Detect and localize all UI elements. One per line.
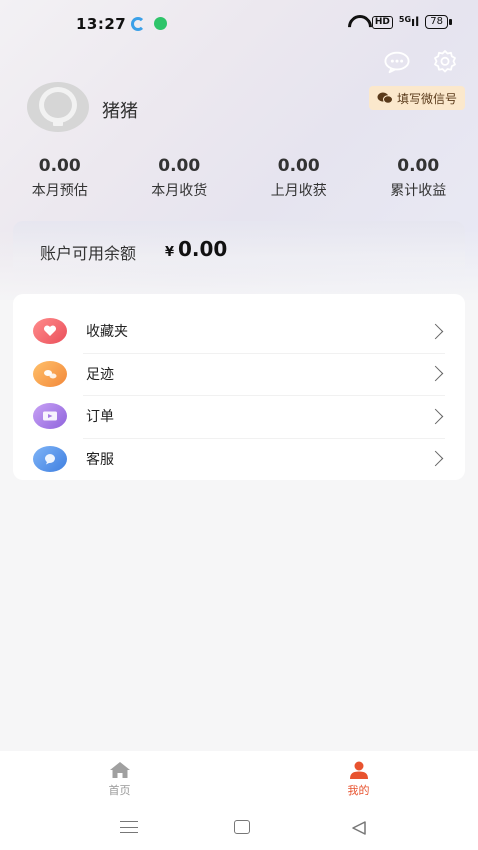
tab-home-label: 首页 xyxy=(108,784,131,797)
recent-apps-icon[interactable] xyxy=(120,821,138,833)
notification-app-icon xyxy=(131,17,145,31)
earnings-stats: 0.00 本月预估 0.00 本月收货 0.00 上月收获 0.00 累计收益 xyxy=(0,156,478,200)
menu-list: 收藏夹 足迹 订单 客服 xyxy=(13,294,465,480)
header-actions xyxy=(384,50,458,74)
menu-item-label: 足迹 xyxy=(86,366,114,383)
gear-icon[interactable] xyxy=(432,50,458,74)
chat-bubble-icon[interactable] xyxy=(384,50,410,74)
stat-label: 上月收获 xyxy=(270,183,327,199)
status-bar: 13:27 HD 5Gıl 78 xyxy=(0,0,478,48)
home-icon xyxy=(109,762,130,778)
stat-value: 0.00 xyxy=(397,156,440,176)
wifi-icon xyxy=(348,15,366,29)
bottom-tab-bar: 首页 我的 xyxy=(0,751,478,809)
stat-last-month-received[interactable]: 0.00 上月收获 xyxy=(239,156,359,200)
avatar[interactable] xyxy=(27,82,89,132)
balance-amount: 0.00 xyxy=(178,237,228,261)
chevron-right-icon xyxy=(427,450,444,467)
stat-label: 本月预估 xyxy=(31,183,88,199)
balance-currency: ¥ xyxy=(165,245,175,260)
stat-value: 0.00 xyxy=(277,156,320,176)
chevron-right-icon xyxy=(427,408,444,425)
stat-label: 本月收货 xyxy=(151,183,208,199)
status-indicators: HD 5Gıl 78 xyxy=(348,15,452,29)
back-nav-icon[interactable] xyxy=(350,820,368,836)
fill-wechat-button[interactable]: 填写微信号 xyxy=(368,86,465,110)
customer-service-icon xyxy=(33,445,67,472)
balance-card[interactable]: 账户可用余额 ¥ 0.00 xyxy=(13,221,465,283)
chevron-right-icon xyxy=(427,365,444,382)
tab-home[interactable]: 首页 xyxy=(0,751,239,809)
user-icon xyxy=(349,761,368,779)
menu-item-label: 收藏夹 xyxy=(86,324,128,341)
username: 猪猪 xyxy=(102,101,138,122)
tab-mine[interactable]: 我的 xyxy=(239,751,478,809)
menu-item-favorites[interactable]: 收藏夹 xyxy=(13,310,465,353)
stat-value: 0.00 xyxy=(158,156,201,176)
stat-this-month-estimate[interactable]: 0.00 本月预估 xyxy=(0,156,120,200)
chevron-right-icon xyxy=(427,323,444,340)
stat-this-month-received[interactable]: 0.00 本月收货 xyxy=(120,156,240,200)
home-nav-icon[interactable] xyxy=(234,820,250,834)
menu-item-footprints[interactable]: 足迹 xyxy=(13,352,465,396)
fill-wechat-label: 填写微信号 xyxy=(396,91,457,106)
wechat-icon xyxy=(377,92,393,104)
system-navigation-bar xyxy=(0,809,478,850)
battery-icon: 78 xyxy=(425,15,452,29)
order-icon xyxy=(33,403,67,430)
stat-value: 0.00 xyxy=(38,156,81,176)
stat-label: 累计收益 xyxy=(390,183,447,199)
status-time: 13:27 xyxy=(76,15,127,33)
stat-total-earnings[interactable]: 0.00 累计收益 xyxy=(359,156,478,200)
balance-label: 账户可用余额 xyxy=(40,244,137,263)
signal-icon: 5Gıl xyxy=(398,15,420,29)
menu-item-orders[interactable]: 订单 xyxy=(13,395,465,438)
menu-item-customer-service[interactable]: 客服 xyxy=(13,437,465,481)
tab-mine-label: 我的 xyxy=(347,784,370,797)
hd-icon: HD xyxy=(371,15,393,29)
menu-item-label: 订单 xyxy=(86,409,114,426)
notification-chat-icon xyxy=(154,17,167,30)
heart-icon xyxy=(33,318,67,345)
menu-item-label: 客服 xyxy=(86,451,114,468)
footprint-icon xyxy=(33,360,67,387)
